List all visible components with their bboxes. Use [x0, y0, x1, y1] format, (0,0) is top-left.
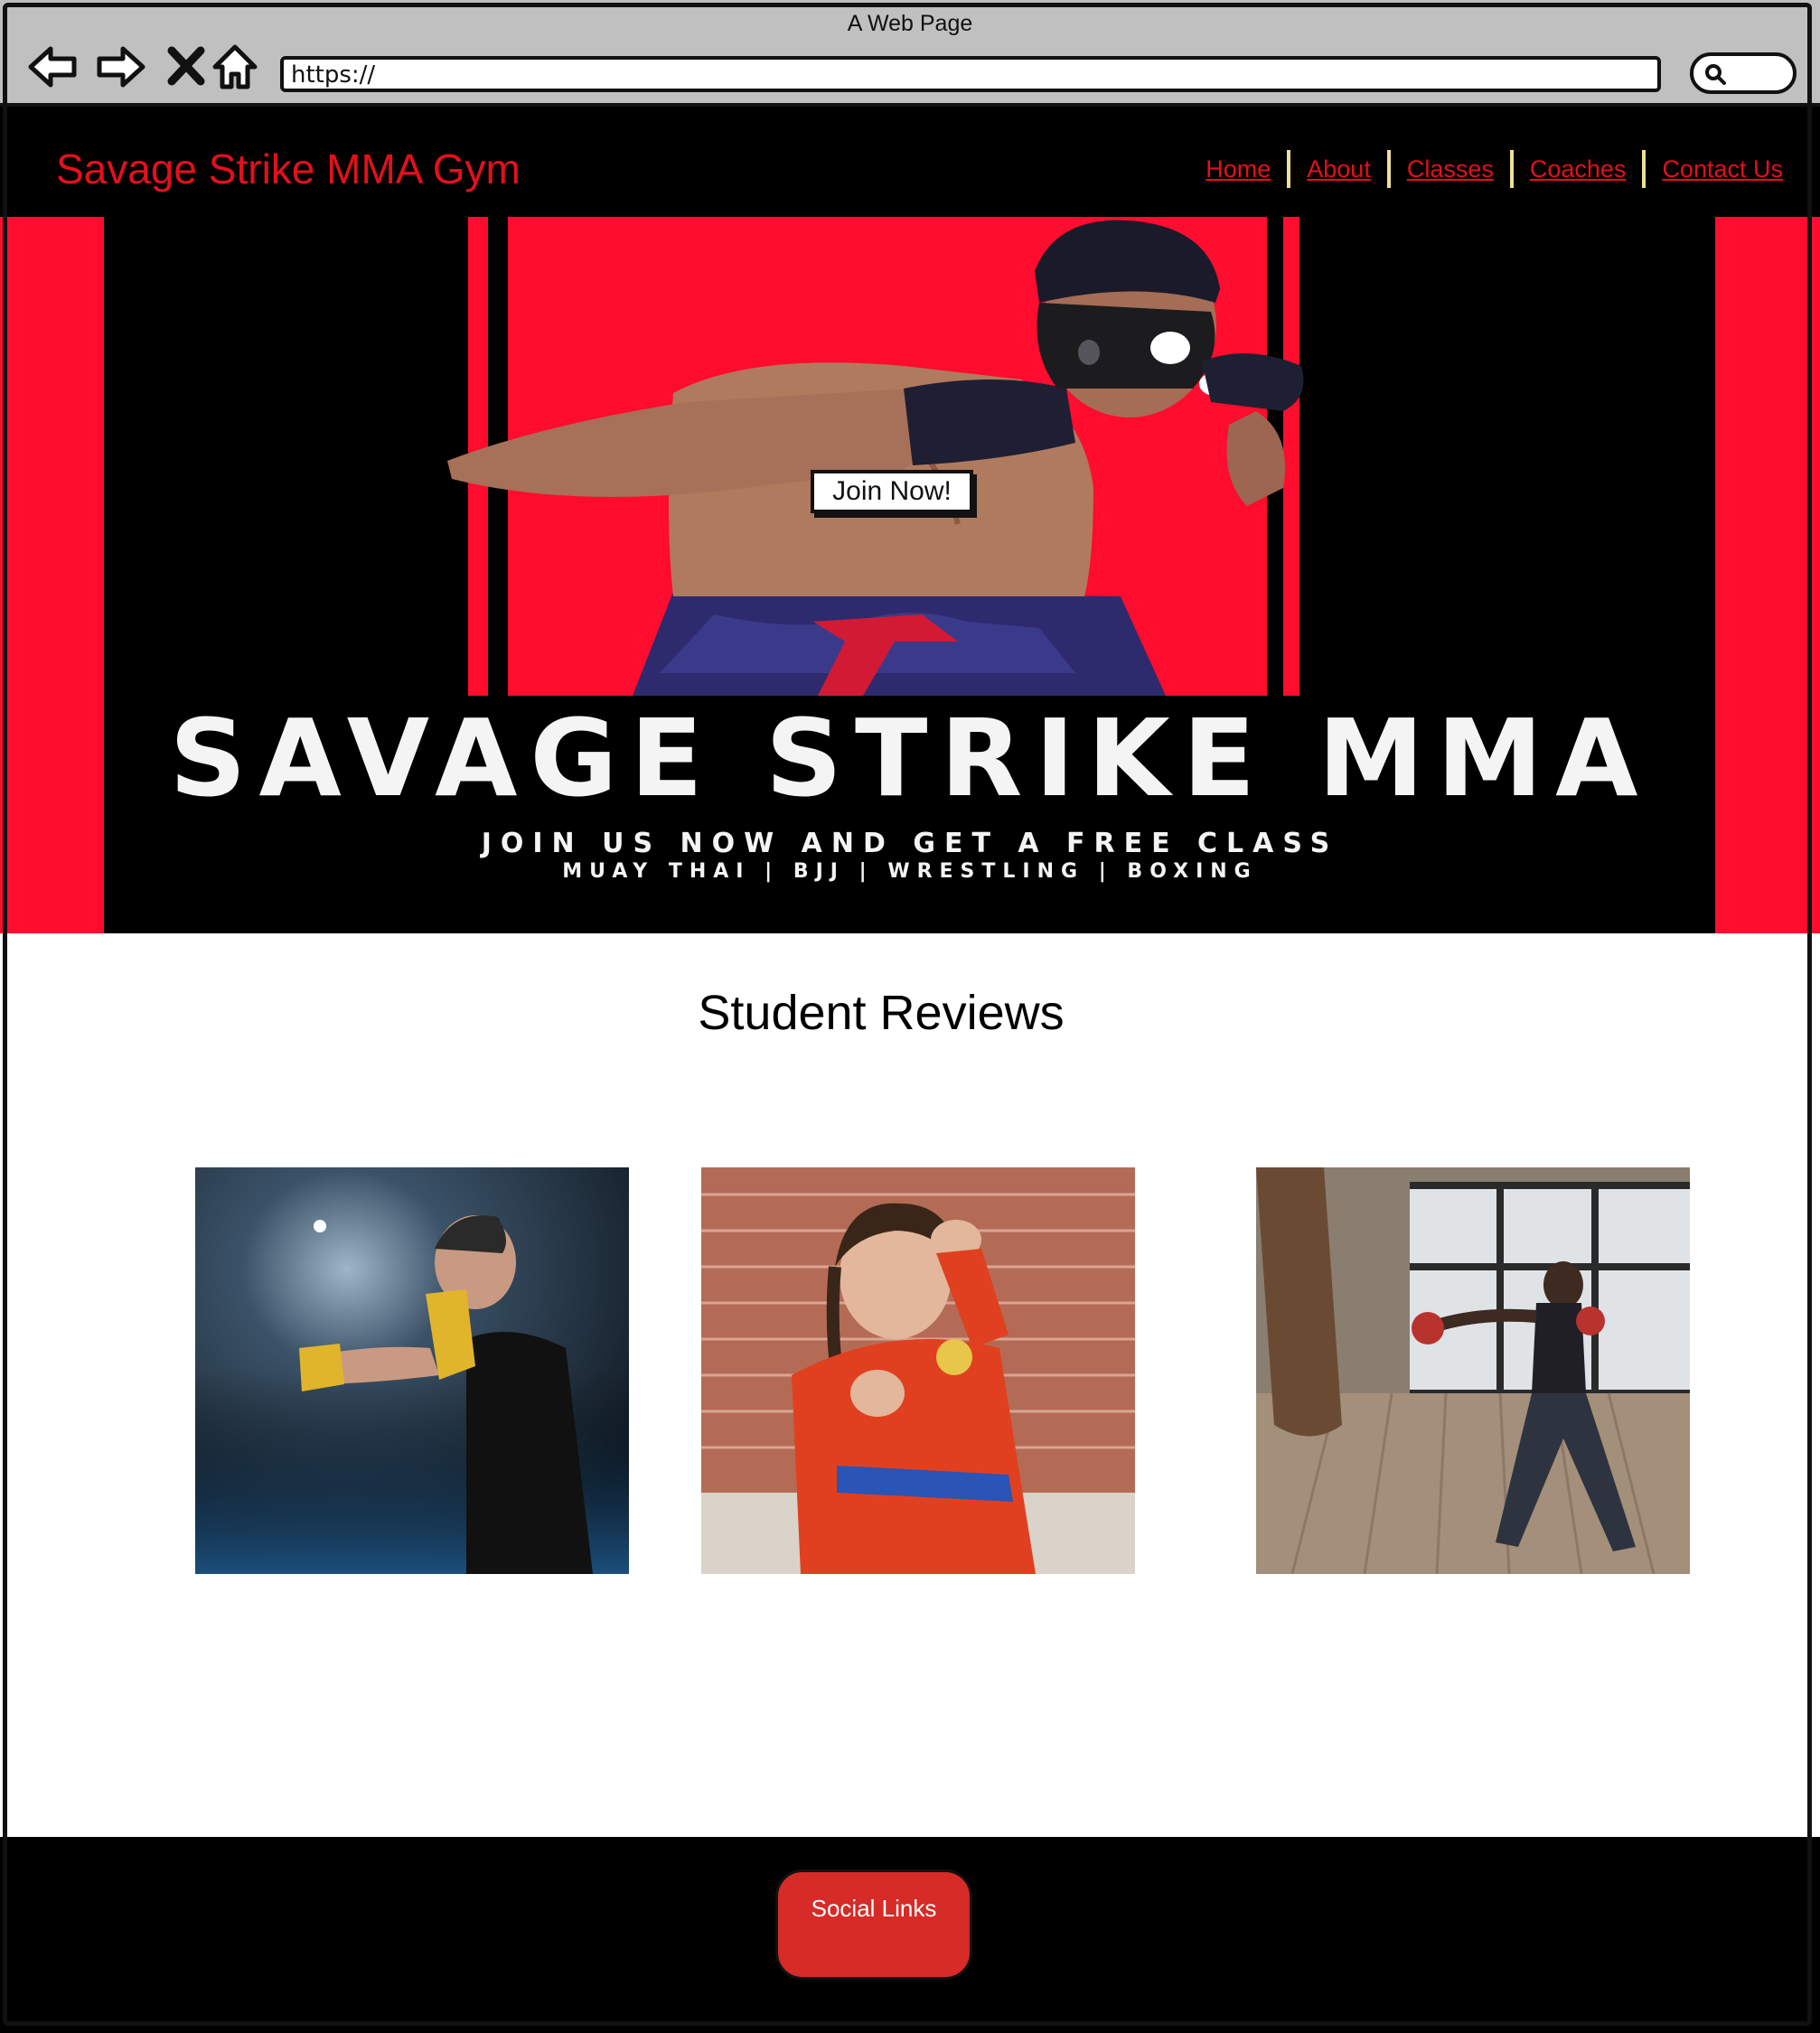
site-header: Savage Strike MMA Gym Home About Classes… — [0, 107, 1820, 217]
search-icon — [1705, 64, 1726, 85]
reviews-heading: Student Reviews — [698, 986, 1065, 1040]
review-photo-heavy-bag — [1256, 1167, 1690, 1574]
nav-coaches-link[interactable]: Coaches — [1514, 155, 1643, 183]
nav-contact-link[interactable]: Contact Us — [1646, 155, 1799, 183]
social-links-button[interactable]: Social Links — [775, 1869, 972, 1980]
forward-arrow-icon[interactable] — [94, 40, 148, 94]
address-bar[interactable]: https:// — [280, 56, 1661, 92]
nav-classes-link[interactable]: Classes — [1391, 155, 1510, 183]
hero-banner: SAVAGE STRIKE MMA JOIN US NOW AND GET A … — [0, 217, 1820, 933]
browser-search-box[interactable] — [1690, 52, 1797, 94]
site-brand[interactable]: Savage Strike MMA Gym — [56, 145, 521, 193]
join-now-button[interactable]: Join Now! — [811, 470, 973, 513]
window-title: A Web Page — [847, 11, 973, 36]
site-footer: Social Links — [0, 1837, 1820, 2033]
main-nav: Home About Classes Coaches Contact Us — [1189, 150, 1799, 188]
nav-about-link[interactable]: About — [1290, 155, 1387, 183]
hero-subtitle: JOIN US NOW AND GET A FREE CLASS — [481, 828, 1339, 859]
nav-home-link[interactable]: Home — [1189, 155, 1287, 183]
close-icon[interactable] — [159, 40, 213, 94]
fighter-illustration — [447, 220, 1304, 696]
home-icon[interactable] — [208, 40, 262, 94]
hero-title: SAVAGE STRIKE MMA — [169, 696, 1651, 820]
hero-disciplines: MUAY THAI | BJJ | WRESTLING | BOXING — [562, 860, 1258, 883]
back-arrow-icon[interactable] — [25, 40, 80, 94]
browser-chrome: A Web Page https:// — [0, 0, 1820, 107]
review-photo-boxer — [195, 1167, 629, 1574]
review-photo-kid-karate — [701, 1167, 1135, 1574]
